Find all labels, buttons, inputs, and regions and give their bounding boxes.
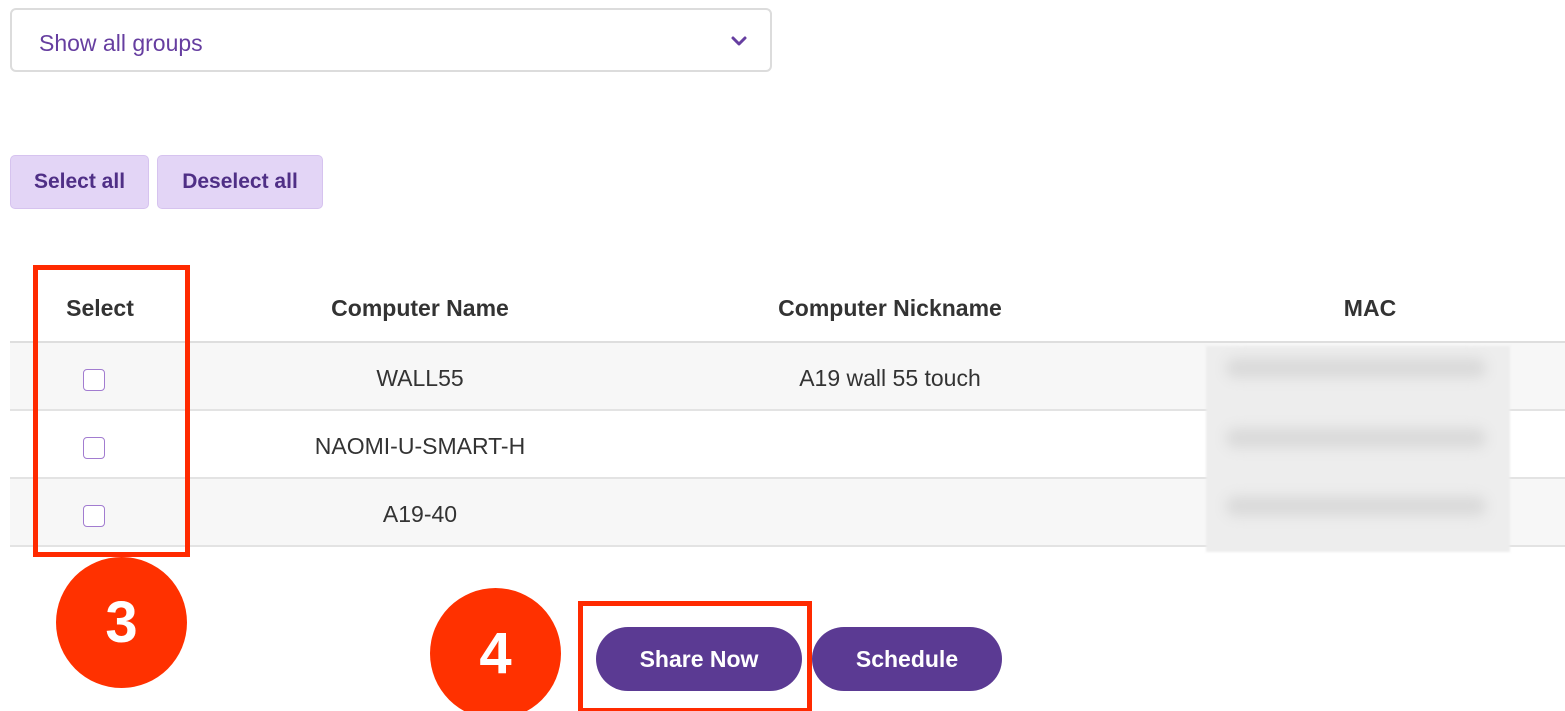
share-to-computers-page: Show all groups Select all Deselect all …	[0, 0, 1565, 711]
header-computer-name: Computer Name	[331, 295, 509, 321]
redacted-mac-value	[1226, 358, 1486, 378]
group-filter-dropdown[interactable]: Show all groups	[10, 8, 772, 72]
mac-redacted-area	[1206, 346, 1510, 552]
deselect-all-button[interactable]: Deselect all	[157, 155, 323, 209]
computer-nickname-cell: A19 wall 55 touch	[799, 365, 981, 391]
computer-name-cell: A19-40	[382, 501, 458, 527]
step-4-badge: 4	[430, 588, 561, 711]
header-mac: MAC	[1343, 295, 1397, 321]
table-header: Select Computer Name Computer Nickname M…	[10, 275, 1565, 343]
select-all-button[interactable]: Select all	[10, 155, 149, 209]
schedule-button[interactable]: Schedule	[812, 627, 1002, 691]
group-filter-value: Show all groups	[39, 30, 203, 56]
chevron-down-icon	[731, 36, 747, 46]
header-computer-nickname: Computer Nickname	[778, 295, 1002, 321]
redacted-mac-value	[1226, 496, 1486, 516]
computer-name-cell: WALL55	[376, 365, 464, 391]
step-3-badge: 3	[56, 557, 187, 688]
share-now-highlight	[578, 601, 812, 711]
computer-name-cell: NAOMI-U-SMART-H	[314, 433, 526, 459]
redacted-mac-value	[1226, 428, 1486, 448]
select-column-highlight	[33, 265, 190, 557]
